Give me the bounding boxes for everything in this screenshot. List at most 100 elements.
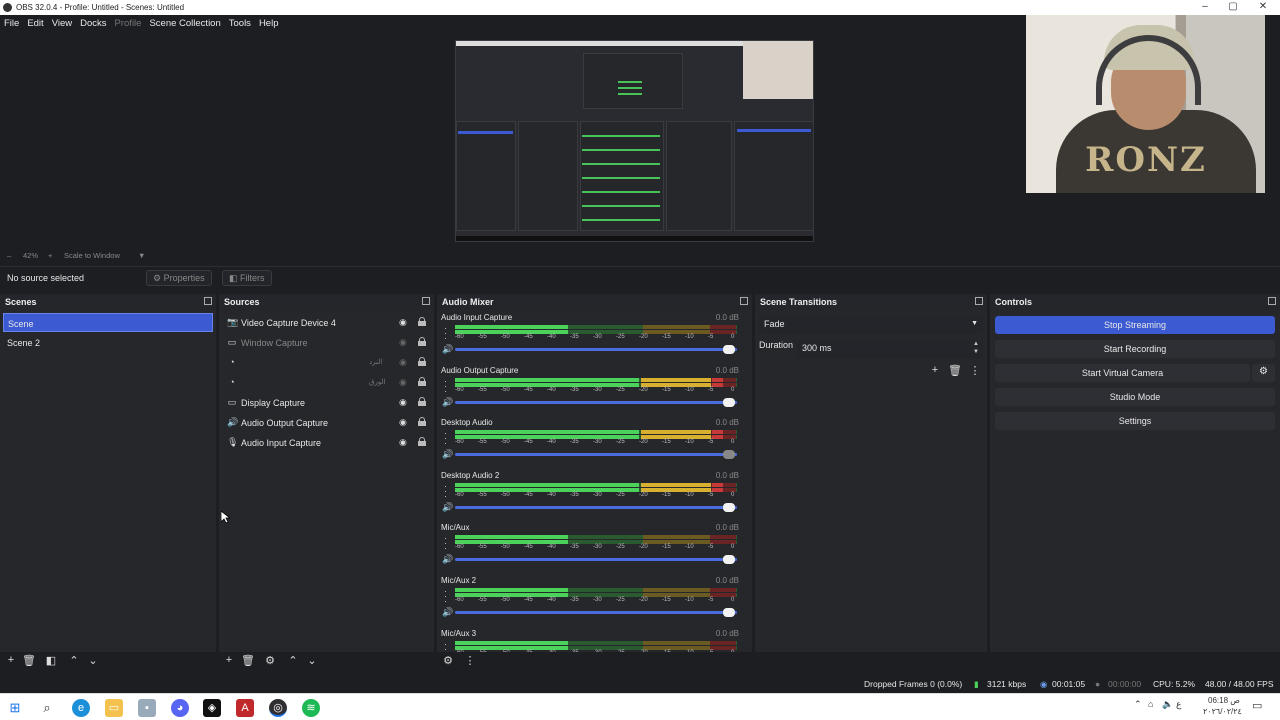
zoom-in-button[interactable]: + (48, 251, 52, 260)
lock-icon[interactable] (418, 337, 426, 346)
source-item[interactable]: ◔ النرد ◉ (219, 353, 433, 373)
windows-start-icon[interactable]: ⊞ (6, 699, 24, 717)
move-up-icon[interactable]: ⌃ (67, 654, 81, 667)
channel-menu-icon[interactable]: ··· (444, 429, 447, 448)
source-item[interactable]: ▭ Window Capture ◉ (219, 333, 433, 353)
undock-icon[interactable] (422, 297, 430, 305)
channel-menu-icon[interactable]: ··· (444, 324, 447, 343)
filters-button[interactable]: ◧ Filters (222, 270, 272, 286)
move-down-icon[interactable]: ⌄ (86, 654, 100, 667)
lock-icon[interactable] (418, 317, 426, 326)
source-item[interactable]: 📷 Video Capture Device 4 ◉ (219, 313, 433, 333)
file-explorer-icon[interactable]: ▭ (105, 699, 123, 717)
add-scene-icon[interactable]: + (4, 654, 18, 666)
app-icon[interactable]: ▪ (138, 699, 156, 717)
slider-handle[interactable] (723, 345, 735, 354)
volume-slider[interactable] (455, 608, 737, 617)
remove-source-icon[interactable]: 🗑 (241, 654, 255, 667)
remove-transition-icon[interactable]: 🗑 (948, 364, 962, 377)
clock-time[interactable]: 06:18 ص (1208, 696, 1240, 705)
menu-file[interactable]: File (0, 15, 23, 32)
transition-select[interactable]: Fade ▼ (759, 316, 983, 334)
speaker-icon[interactable]: 🔊 (442, 449, 453, 460)
undock-icon[interactable] (740, 297, 748, 305)
channel-menu-icon[interactable]: ··· (444, 587, 447, 606)
eye-icon[interactable]: ◉ (399, 317, 407, 328)
volume-icon[interactable]: 🔈 (1162, 699, 1173, 710)
close-button[interactable]: ✕ (1248, 1, 1278, 12)
add-transition-icon[interactable]: + (928, 364, 942, 376)
volume-slider[interactable] (455, 397, 737, 407)
move-up-icon[interactable]: ⌃ (286, 654, 300, 667)
maximize-button[interactable]: ▢ (1218, 1, 1248, 12)
lock-icon[interactable] (418, 437, 426, 446)
eye-hidden-icon[interactable]: ◉ (399, 337, 407, 348)
spinner-icon[interactable]: ▲ ▼ (973, 340, 979, 356)
undock-icon[interactable] (1268, 297, 1276, 305)
start-recording-button[interactable]: Start Recording (995, 340, 1275, 358)
lock-icon[interactable] (418, 397, 426, 406)
source-item[interactable]: 🎙 Audio Input Capture ◉ (219, 433, 433, 453)
speaker-icon[interactable]: 🔊 (442, 344, 453, 355)
undock-icon[interactable] (204, 297, 212, 305)
channel-menu-icon[interactable]: ··· (444, 481, 447, 500)
speaker-icon[interactable]: 🔊 (442, 502, 453, 513)
channel-menu-icon[interactable]: ··· (444, 534, 447, 553)
lock-icon[interactable] (418, 417, 426, 426)
channel-menu-icon[interactable]: ··· (444, 639, 447, 652)
obs-taskbar-icon[interactable]: ◎ (269, 699, 287, 717)
menu-edit[interactable]: Edit (23, 15, 47, 32)
game-icon[interactable]: ◈ (203, 699, 221, 717)
discord-icon[interactable]: ◕ (171, 699, 189, 717)
duration-input[interactable]: 300 ms ▲ ▼ (797, 340, 983, 358)
search-icon[interactable]: ⌕ (38, 699, 56, 717)
preview-canvas[interactable]: RONZ (0, 15, 1280, 247)
channel-menu-icon[interactable]: ··· (444, 376, 447, 395)
virtual-camera-settings-icon[interactable]: ⚙ (1252, 364, 1275, 382)
scene-item-scene-2[interactable]: Scene 2 (3, 333, 213, 352)
add-source-icon[interactable]: + (222, 654, 236, 666)
undock-icon[interactable] (975, 297, 983, 305)
studio-mode-button[interactable]: Studio Mode (995, 388, 1275, 406)
start-virtual-camera-button[interactable]: Start Virtual Camera (995, 364, 1250, 382)
language-indicator[interactable]: ع (1176, 699, 1181, 710)
volume-slider[interactable] (455, 502, 737, 512)
scene-filters-icon[interactable]: ◧ (44, 654, 58, 667)
scene-item-scene[interactable]: Scene (3, 313, 213, 332)
menu-view[interactable]: View (48, 15, 76, 32)
menu-help[interactable]: Help (255, 15, 283, 32)
zoom-out-button[interactable]: – (7, 251, 11, 260)
notifications-icon[interactable]: ▭ (1252, 699, 1262, 712)
chevron-down-icon[interactable]: ▼ (138, 251, 145, 260)
speaker-icon[interactable]: 🔊 (442, 397, 453, 408)
scale-mode[interactable]: Scale to Window (64, 251, 120, 260)
slider-handle[interactable] (723, 397, 735, 407)
network-icon[interactable]: ⌂ (1148, 699, 1153, 709)
source-item[interactable]: ◔ الورق ◉ (219, 373, 433, 393)
clock-date[interactable]: ٢٠٢٦/٠٢/٢٤ (1203, 707, 1242, 716)
slider-handle[interactable] (723, 450, 735, 460)
spotify-icon[interactable]: ≋ (302, 699, 320, 717)
volume-slider[interactable] (455, 345, 737, 354)
menu-scene-collection[interactable]: Scene Collection (145, 15, 224, 32)
source-properties-icon[interactable]: ⚙ (263, 654, 277, 667)
slider-handle[interactable] (723, 555, 735, 565)
mixer-menu-icon[interactable]: ⋮ (463, 654, 477, 667)
speaker-icon[interactable]: 🔊 (442, 607, 453, 618)
transition-menu-icon[interactable]: ⋮ (968, 364, 982, 377)
move-down-icon[interactable]: ⌄ (305, 654, 319, 667)
eye-icon[interactable]: ◉ (399, 437, 407, 448)
minimize-button[interactable]: – (1190, 1, 1220, 12)
stop-streaming-button[interactable]: Stop Streaming (995, 316, 1275, 334)
speaker-icon[interactable]: 🔊 (442, 554, 453, 565)
advanced-audio-icon[interactable]: ⚙ (441, 654, 455, 667)
chevron-up-icon[interactable]: ⌃ (1134, 699, 1142, 710)
slider-handle[interactable] (723, 502, 735, 512)
source-item[interactable]: 🔊 Audio Output Capture ◉ (219, 413, 433, 433)
properties-button[interactable]: ⚙ Properties (146, 270, 212, 286)
eye-hidden-icon[interactable]: ◉ (399, 357, 407, 368)
eye-icon[interactable]: ◉ (399, 397, 407, 408)
volume-slider[interactable] (455, 555, 737, 565)
eye-icon[interactable]: ◉ (399, 417, 407, 428)
eye-hidden-icon[interactable]: ◉ (399, 377, 407, 388)
